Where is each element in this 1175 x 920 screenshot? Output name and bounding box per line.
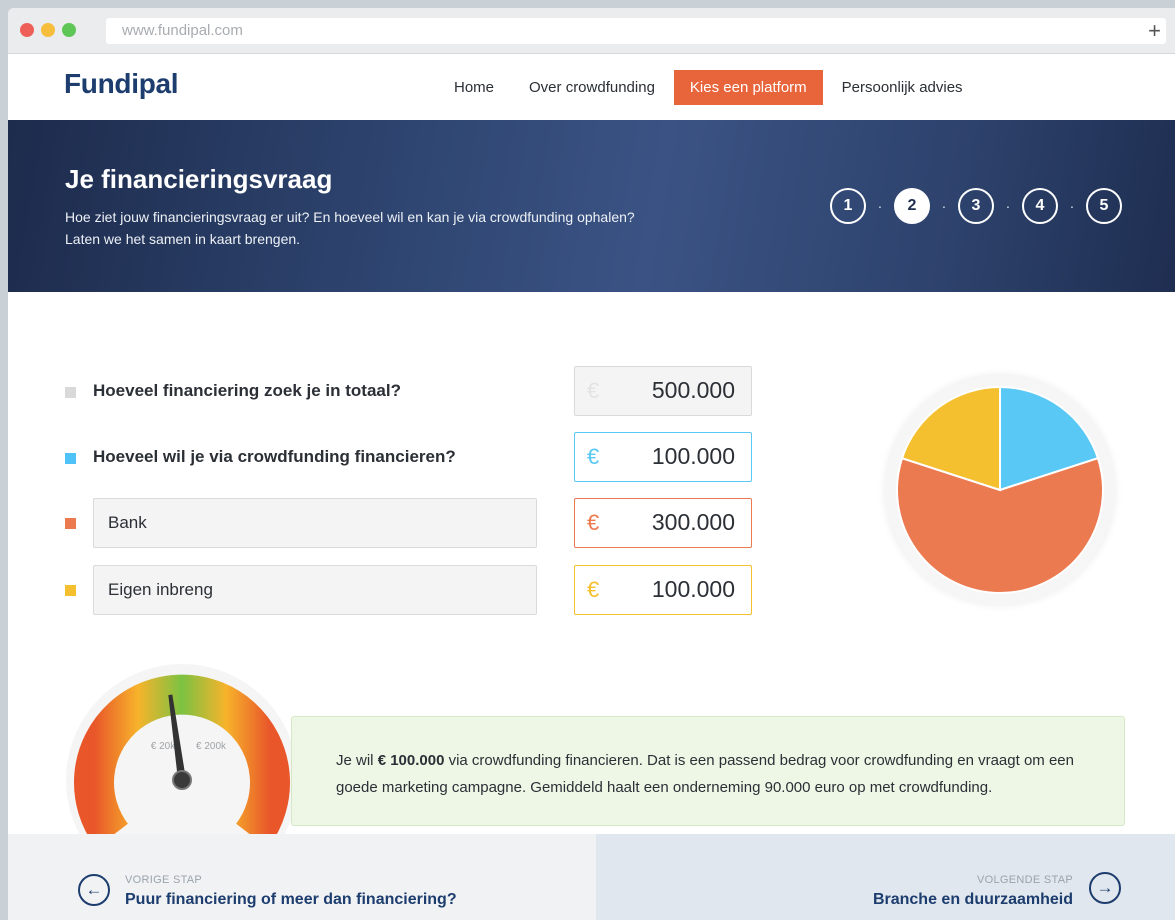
step-separator: · (877, 198, 883, 214)
total-financing-question: Hoeveel financiering zoek je in totaal? (93, 381, 401, 400)
previous-step-caption: VORIGE STAP (125, 874, 203, 886)
euro-icon: € (587, 378, 600, 403)
gauge-svg: € 20k € 200k (66, 664, 298, 896)
bank-source-field[interactable]: Bank (93, 498, 537, 548)
step-navigation: ← VORIGE STAP Puur financiering of meer … (8, 834, 1175, 920)
own-contribution-source-field[interactable]: Eigen inbreng (93, 565, 537, 615)
total-financing-value: 500.000 (651, 377, 735, 403)
step-2-current[interactable]: 2 (894, 188, 930, 224)
bank-input[interactable]: € 300.000 (574, 498, 752, 548)
step-5[interactable]: 5 (1086, 188, 1122, 224)
total-financing-input[interactable]: € 500.000 (574, 366, 752, 416)
nav-home[interactable]: Home (438, 70, 510, 105)
site-header: Fundipal Home Over crowdfunding Kies een… (8, 54, 1175, 120)
minimize-window-button[interactable] (41, 23, 55, 37)
crowdfunding-value: 100.000 (651, 443, 735, 469)
arrow-right-icon: → (1089, 872, 1121, 904)
browser-toolbar: www.fundipal.com + (8, 8, 1175, 54)
previous-step-button[interactable]: ← VORIGE STAP Puur financiering of meer … (8, 834, 596, 920)
nav-persoonlijk-advies[interactable]: Persoonlijk advies (826, 70, 979, 105)
financing-pie-chart (884, 374, 1116, 606)
step-1[interactable]: 1 (830, 188, 866, 224)
step-separator: · (1005, 198, 1011, 214)
next-step-button[interactable]: VOLGENDE STAP Branche en duurzaamheid → (596, 834, 1175, 920)
page-title: Je financieringsvraag (65, 164, 333, 194)
advice-amount: € 100.000 (377, 752, 445, 769)
new-tab-button[interactable]: + (1148, 18, 1161, 44)
next-step-caption: VOLGENDE STAP (977, 874, 1073, 886)
hero-description: Hoe ziet jouw financieringsvraag er uit?… (65, 206, 745, 250)
crowdfunding-question: Hoeveel wil je via crowdfunding financie… (93, 447, 456, 466)
step-3[interactable]: 3 (958, 188, 994, 224)
nav-kies-een-platform[interactable]: Kies een platform (673, 70, 823, 105)
advice-text-pre: Je wil (336, 752, 378, 769)
address-bar[interactable]: www.fundipal.com (106, 18, 1166, 44)
browser-window: www.fundipal.com + Fundipal Home Over cr… (8, 8, 1175, 920)
crowdfunding-legend-square (65, 453, 76, 464)
euro-icon: € (587, 577, 600, 602)
advice-message: Je wil € 100.000 via crowdfunding financ… (291, 716, 1125, 826)
advice-text-post: via crowdfunding financieren. Dat is een… (336, 752, 1074, 796)
crowdfunding-gauge: € 20k € 200k (66, 656, 306, 896)
own-contribution-value: 100.000 (651, 576, 735, 602)
hero-description-line-1: Hoe ziet jouw financieringsvraag er uit?… (65, 209, 635, 225)
step-separator: · (1069, 198, 1075, 214)
close-window-button[interactable] (20, 23, 34, 37)
own-contribution-input[interactable]: € 100.000 (574, 565, 752, 615)
previous-step-title: Puur financiering of meer dan financieri… (125, 891, 457, 908)
maximize-window-button[interactable] (62, 23, 76, 37)
arrow-left-icon: ← (78, 874, 110, 906)
crowdfunding-input[interactable]: € 100.000 (574, 432, 752, 482)
gauge-label-high: € 200k (196, 741, 227, 752)
euro-icon: € (587, 510, 600, 535)
main-menu: Home Over crowdfunding Kies een platform… (438, 70, 982, 105)
pie-svg (896, 385, 1104, 594)
next-step-title: Branche en duurzaamheid (872, 891, 1073, 908)
step-indicator: 1 · 2 · 3 · 4 · 5 (830, 188, 1122, 224)
fundipal-logo[interactable]: Fundipal (64, 68, 179, 100)
gauge-pivot (172, 770, 192, 790)
step-separator: · (941, 198, 947, 214)
hero-description-line-2: Laten we het samen in kaart brengen. (65, 231, 301, 247)
step-4[interactable]: 4 (1022, 188, 1058, 224)
total-legend-square (65, 387, 76, 398)
nav-over-crowdfunding[interactable]: Over crowdfunding (513, 70, 671, 105)
euro-icon: € (587, 444, 600, 469)
gauge-label-low: € 20k (151, 741, 176, 752)
hero-banner: Je financieringsvraag Hoe ziet jouw fina… (8, 120, 1175, 292)
bank-legend-square (65, 518, 76, 529)
own-contribution-legend-square (65, 585, 76, 596)
bank-value: 300.000 (651, 509, 735, 535)
